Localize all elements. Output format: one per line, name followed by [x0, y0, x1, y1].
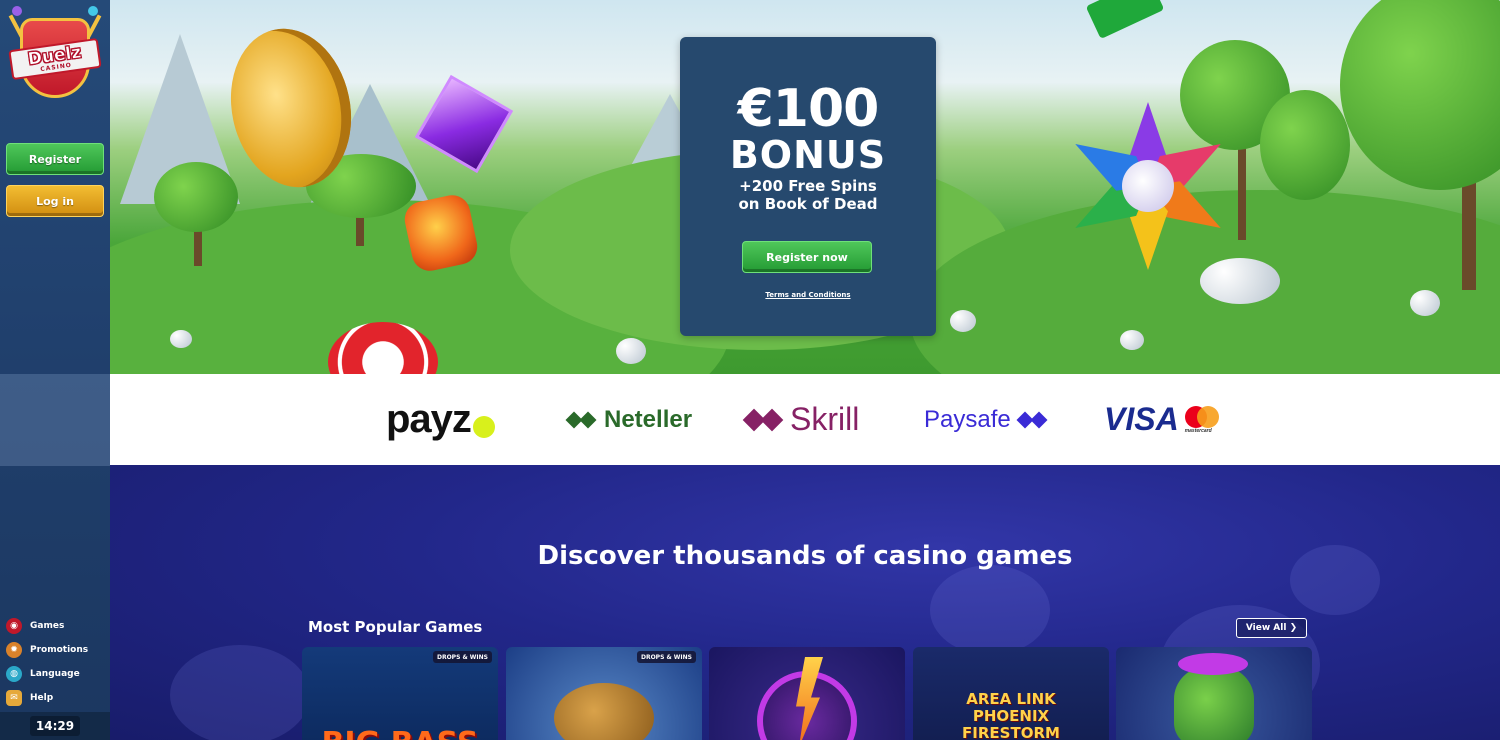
payz-dot-icon: [472, 415, 495, 438]
games-icon: ◉: [6, 618, 22, 634]
rock-decoration: [616, 338, 646, 364]
rock-decoration: [170, 330, 192, 348]
skrill-logo: Skrill: [742, 374, 860, 465]
hero-banner: €100 BONUS +200 Free Spins on Book of De…: [110, 0, 1500, 374]
sidebar-item-language[interactable]: ◍ Language: [6, 662, 106, 686]
drops-wins-badge: DROPS & WINS: [432, 651, 492, 663]
tree-decoration: [154, 162, 238, 232]
login-button[interactable]: Log in: [6, 185, 104, 217]
game-card[interactable]: DROPS & WINS: [506, 647, 702, 740]
logo-gem-icon: [12, 6, 22, 16]
game-card[interactable]: DROPS & WINS BIG BASS: [302, 647, 498, 740]
bonus-amount: €100: [737, 79, 880, 139]
bonus-card: €100 BONUS +200 Free Spins on Book of De…: [680, 37, 936, 336]
register-now-button[interactable]: Register now: [742, 241, 872, 273]
clock: 14:29: [0, 712, 110, 740]
payz-text: payz: [386, 397, 472, 441]
view-all-button[interactable]: View All ❯: [1236, 618, 1307, 638]
rock-decoration: [1410, 290, 1440, 316]
game-card[interactable]: AREA LINK PHOENIX FIRESTORM: [913, 647, 1109, 740]
green-gem-decoration: [1085, 0, 1165, 40]
visa-logo: VISA mastercard: [1104, 374, 1221, 465]
starburst-decoration: [1058, 96, 1238, 276]
bokeh-decoration: [930, 565, 1050, 655]
most-popular-title: Most Popular Games: [308, 618, 483, 636]
game-card-title: AREA LINK PHOENIX FIRESTORM: [962, 690, 1060, 740]
game-card-title: BIG BASS: [302, 726, 498, 740]
sidebar-nav: ◉ Games ✹ Promotions ◍ Language ✉ Help: [6, 614, 106, 710]
payz-logo: payz: [386, 374, 495, 465]
sidebar-item-label: Games: [30, 621, 65, 631]
clock-time: 14:29: [30, 716, 80, 736]
rock-decoration: [950, 310, 976, 332]
promotions-icon: ✹: [6, 642, 22, 658]
neteller-text: Neteller: [604, 405, 693, 433]
fish-icon: [554, 683, 654, 740]
bokeh-decoration: [170, 645, 310, 740]
frog-hat-icon: [1178, 653, 1248, 675]
star-center: [1122, 160, 1174, 212]
game-card[interactable]: [1116, 647, 1312, 740]
sidebar: Duelz CASINO Register Log in ◉ Games ✹ P…: [0, 0, 110, 740]
bonus-free-spins: +200 Free Spins: [739, 177, 877, 195]
sidebar-item-label: Promotions: [30, 645, 89, 655]
game-carousel: DROPS & WINS BIG BASS DROPS & WINS AREA …: [302, 647, 1314, 740]
help-icon: ✉: [6, 690, 22, 706]
register-button[interactable]: Register: [6, 143, 104, 175]
sidebar-item-games[interactable]: ◉ Games: [6, 614, 106, 638]
tree-decoration: [1340, 0, 1500, 190]
duelz-logo[interactable]: Duelz CASINO: [8, 6, 102, 108]
neteller-diamonds-icon: [565, 411, 597, 428]
logo-gem-icon: [88, 6, 98, 16]
paysafe-logo: Paysafe: [924, 374, 1055, 465]
paysafe-diamonds-icon: [1016, 411, 1048, 428]
frog-icon: [1174, 667, 1254, 740]
mastercard-text: mastercard: [1184, 427, 1212, 434]
mastercard-icon: mastercard: [1184, 405, 1221, 434]
games-heading: Discover thousands of casino games: [537, 541, 1073, 571]
games-section: Discover thousands of casino games Most …: [110, 465, 1500, 740]
sidebar-item-label: Help: [30, 693, 54, 703]
sidebar-item-label: Language: [30, 669, 80, 679]
sidebar-item-help[interactable]: ✉ Help: [6, 686, 106, 710]
bonus-label: BONUS: [729, 133, 887, 177]
neteller-logo: Neteller: [565, 374, 693, 465]
payment-methods-bar: payz Neteller Skrill Paysafe VISA master…: [110, 374, 1500, 465]
terms-link[interactable]: Terms and Conditions: [680, 291, 936, 299]
tree-decoration: [1260, 90, 1350, 200]
drops-wins-badge: DROPS & WINS: [636, 651, 696, 663]
rock-decoration: [1120, 330, 1144, 350]
visa-text: VISA: [1104, 401, 1179, 437]
skrill-text: Skrill: [790, 401, 860, 437]
paysafe-text: Paysafe: [924, 405, 1011, 433]
sidebar-shade: [0, 374, 110, 466]
sidebar-item-promotions[interactable]: ✹ Promotions: [6, 638, 106, 662]
language-icon: ◍: [6, 666, 22, 682]
skrill-diamonds-icon: [742, 408, 784, 431]
game-card[interactable]: [709, 647, 905, 740]
bonus-game: on Book of Dead: [738, 195, 878, 213]
